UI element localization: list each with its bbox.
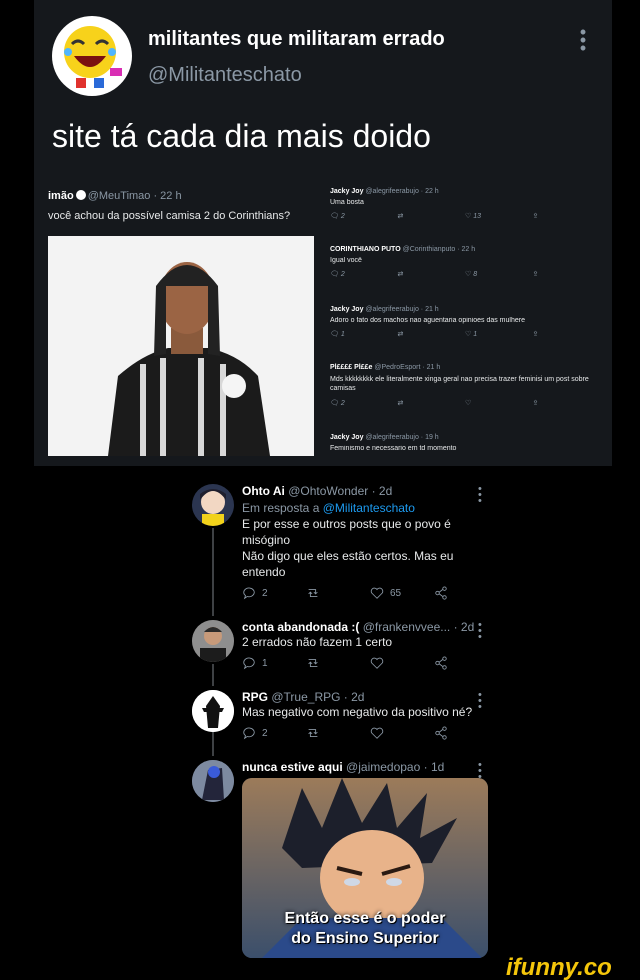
reply-text: 2 errados não fazem 1 certo <box>242 635 393 649</box>
heart-icon <box>370 587 384 599</box>
reply-text: Em resposta a @Militanteschato E por ess… <box>242 501 454 579</box>
tweet-text: site tá cada dia mais doido <box>52 118 431 154</box>
reply-actions: 2 <box>242 726 498 740</box>
reply-header: nunca estive aqui @jaimedopao · 1d <box>242 760 444 774</box>
reply-author[interactable]: Ohto Ai <box>242 484 285 498</box>
share-button[interactable] <box>434 656 498 670</box>
avatar[interactable] <box>192 484 234 526</box>
share-button[interactable] <box>434 726 498 740</box>
embedded-tweet-text: você achou da possível camisa 2 do Corin… <box>48 210 291 222</box>
embedded-replies: Jacky Joy @alegrifeerabujo · 22 h Uma bo… <box>330 180 600 460</box>
reply-button[interactable]: 2 <box>242 726 306 740</box>
embedded-screenshot[interactable]: imão @MeuTimao · 22 h você achou da possí… <box>48 180 602 460</box>
embedded-tweet: imão @MeuTimao · 22 h você achou da possí… <box>48 180 316 460</box>
retweet-button[interactable] <box>306 656 370 670</box>
comment-icon <box>243 657 255 670</box>
reply-actions: 1 <box>242 656 498 670</box>
heart-icon <box>370 727 384 739</box>
like-button[interactable] <box>370 726 434 740</box>
embedded-reply: Jacky Joy @alegrifeerabujo · 19 h Femini… <box>330 434 457 452</box>
top-tweet-card: militantes que militaram errado @Militan… <box>34 0 612 466</box>
like-button[interactable] <box>370 656 434 670</box>
meme-caption-line: Então esse é o poder <box>284 910 446 927</box>
avatar[interactable] <box>192 690 234 732</box>
reply-meta: @frankenvvee... · 2d <box>362 620 475 634</box>
embedded-tweet-header: imão @MeuTimao · 22 h <box>48 190 182 202</box>
laughing-emoji-icon <box>64 26 122 88</box>
mention-link[interactable]: @Militanteschato <box>323 501 415 515</box>
avatar[interactable] <box>192 760 234 802</box>
meme-image[interactable]: Então esse é o poder do Ensino Superior <box>242 778 488 958</box>
retweet-button[interactable] <box>306 726 370 740</box>
embedded-tweet-handle: @MeuTimao · 22 h <box>87 190 182 202</box>
reply-text: Mas negativo com negativo da positivo né… <box>242 705 473 719</box>
reply-author[interactable]: RPG <box>242 690 268 704</box>
retweet-button[interactable] <box>306 586 370 600</box>
thread-connector <box>212 732 214 756</box>
embedded-reply: Jacky Joy @alegrifeerabujo · 22 h Uma bo… <box>330 188 539 220</box>
reply-actions: 2 65 <box>242 586 498 600</box>
ifunny-watermark: ifunny.co <box>506 954 612 980</box>
share-icon <box>435 726 447 740</box>
embedded-tweet-name: imão <box>48 190 74 202</box>
reply-meta: @True_RPG · 2d <box>271 690 365 704</box>
reply-button[interactable]: 1 <box>242 656 306 670</box>
reply-author[interactable]: nunca estive aqui <box>242 760 343 774</box>
reply-meta: @jaimedopao · 1d <box>346 760 445 774</box>
reply-header: conta abandonada :( @frankenvvee... · 2d <box>242 620 474 634</box>
reply-header: RPG @True_RPG · 2d <box>242 690 364 704</box>
reply-button[interactable]: 2 <box>242 586 306 600</box>
verified-icon <box>75 190 86 200</box>
retweet-icon <box>308 589 318 597</box>
embedded-reply: CORINTHIANO PUTO @Corinthianputo · 22 h … <box>330 246 539 278</box>
profile-avatar[interactable] <box>52 16 132 96</box>
reply-header: Ohto Ai @OhtoWonder · 2d <box>242 484 392 498</box>
share-icon <box>435 586 447 600</box>
display-name[interactable]: militantes que militaram errado <box>148 28 445 51</box>
thread-connector <box>212 664 214 686</box>
user-handle[interactable]: @Militanteschato <box>148 64 302 87</box>
share-icon <box>435 656 447 670</box>
comment-icon <box>243 727 255 740</box>
reply-meta: @OhtoWonder · 2d <box>288 484 393 498</box>
retweet-icon <box>308 729 318 737</box>
like-button[interactable]: 65 <box>370 586 434 600</box>
comment-icon <box>243 587 255 600</box>
embedded-reply: Pl££££ Pl££e @PedroEsport · 21 h Mds kkk… <box>330 364 589 407</box>
thread-connector <box>212 528 214 616</box>
reply-author[interactable]: conta abandonada :( <box>242 620 359 634</box>
share-button[interactable] <box>434 586 498 600</box>
meme-caption-line: do Ensino Superior <box>291 930 439 947</box>
avatar[interactable] <box>192 620 234 662</box>
more-options-icon[interactable]: • • • <box>578 23 588 57</box>
heart-icon <box>370 657 384 669</box>
embedded-reply: Jacky Joy @alegrifeerabujo · 21 h Adoro … <box>330 306 539 338</box>
retweet-icon <box>308 659 318 667</box>
corinthians-shirt-photo <box>48 236 314 456</box>
